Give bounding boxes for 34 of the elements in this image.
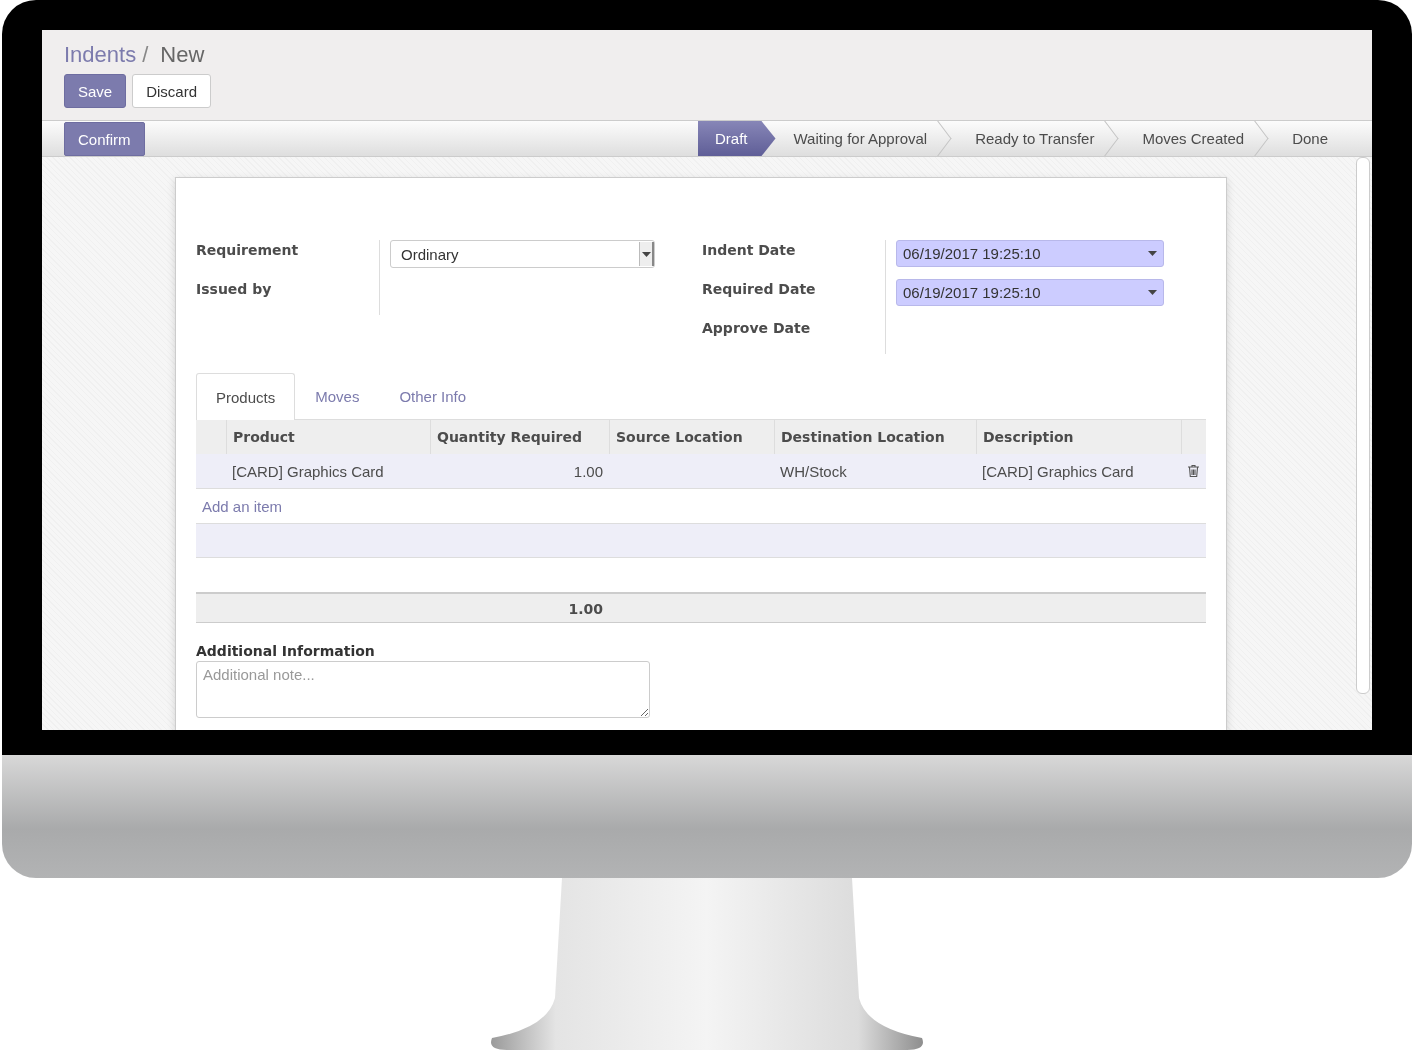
note-field[interactable]: Additional note...	[196, 661, 650, 718]
total-row: 1.00	[196, 592, 1206, 623]
status-stage[interactable]: Done	[1274, 121, 1358, 156]
field-label: Approve Date	[702, 319, 812, 338]
add-item-link[interactable]: Add an item	[202, 497, 283, 515]
date-field[interactable]: 06/19/2017 19:25:10	[896, 240, 1164, 267]
caret-icon	[1148, 251, 1157, 256]
table-cell: 1.00	[573, 462, 603, 480]
caret-icon	[1148, 290, 1157, 295]
status-stage[interactable]: Draft	[698, 121, 776, 156]
table-cell: WH/Stock	[780, 462, 847, 480]
table-cell: [CARD] Graphics Card	[982, 462, 1134, 480]
caret-icon	[641, 251, 651, 257]
tab[interactable]: Moves	[295, 373, 380, 419]
tab[interactable]: Other Info	[379, 373, 487, 419]
section-label: Additional Information	[196, 643, 376, 659]
tab[interactable]: Products	[196, 373, 296, 420]
table-row[interactable]: [CARD] Graphics Card 1.00 WH/Stock [CARD] Graphics Card	[196, 454, 1206, 489]
save-button[interactable]: Save	[64, 74, 127, 108]
requirement-select[interactable]: Ordinary	[390, 240, 655, 268]
field-label: Requirement	[196, 241, 300, 260]
status-stage[interactable]: Waiting for Approval	[775, 121, 958, 156]
breadcrumb-separator: /	[142, 42, 149, 68]
field-label: Issued by	[196, 280, 273, 299]
field-label: Required Date	[702, 280, 817, 299]
status-stage[interactable]: Moves Created	[1124, 121, 1275, 156]
table-cell: [CARD] Graphics Card	[232, 462, 384, 480]
date-field[interactable]: 06/19/2017 19:25:10	[896, 279, 1164, 306]
field-label: Indent Date	[702, 241, 797, 260]
breadcrumb-current: New	[160, 42, 205, 68]
status-stage[interactable]: Ready to Transfer	[957, 121, 1125, 156]
discard-button[interactable]: Discard	[132, 74, 212, 108]
confirm-button[interactable]: Confirm	[64, 122, 145, 156]
trash-icon[interactable]	[1188, 465, 1199, 477]
